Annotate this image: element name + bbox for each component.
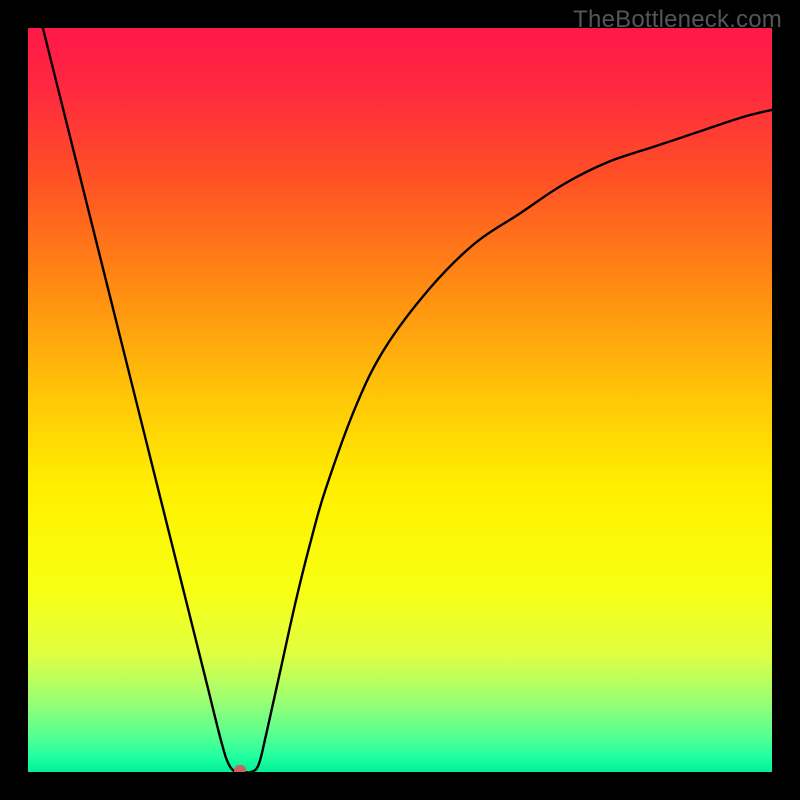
watermark-text: TheBottleneck.com	[573, 6, 782, 34]
optimal-point-marker	[234, 765, 246, 772]
curve-layer	[28, 28, 772, 772]
plot-frame	[28, 28, 772, 772]
bottleneck-curve	[43, 28, 772, 772]
